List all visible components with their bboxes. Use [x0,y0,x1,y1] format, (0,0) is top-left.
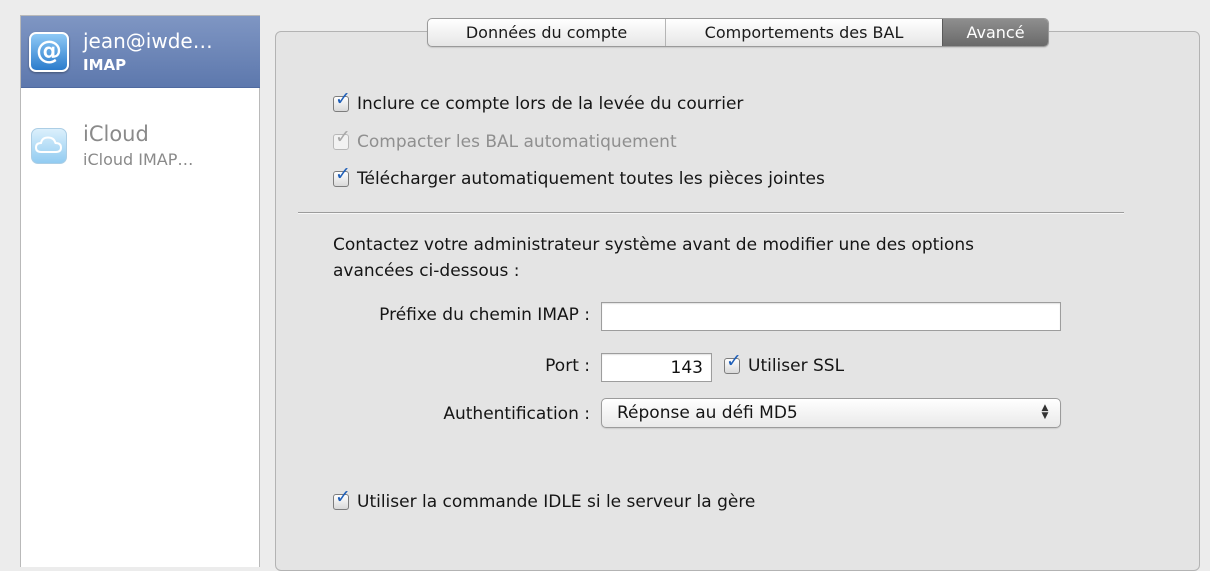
use-ssl-label: Utiliser SSL [748,356,845,376]
use-idle-label: Utiliser la commande IDLE si le serveur … [357,492,756,512]
compact-mailboxes-checkbox: ✓ [333,128,351,150]
imap-prefix-label: Préfixe du chemin IMAP : [379,305,590,325]
checkmark-icon: ✓ [335,126,351,148]
account-name: iCloud [83,122,149,146]
cloud-icon [31,128,67,164]
account-item-jean[interactable]: @ jean@iwde… IMAP [21,16,260,88]
port-input[interactable] [601,353,712,382]
account-type: iCloud IMAP… [83,150,194,169]
admin-notice: Contactez votre administrateur système a… [333,235,975,281]
use-idle-option[interactable]: ✓ Utiliser la commande IDLE si le serveu… [333,488,756,513]
download-attachments-option[interactable]: ✓ Télécharger automatiquement toutes les… [333,165,825,190]
account-name: jean@iwde… [83,29,213,53]
tab-bar: Données du compte Comportements des BAL … [427,18,1049,47]
checkmark-icon: ✓ [335,88,351,110]
include-account-checkbox[interactable]: ✓ [333,90,351,112]
include-account-option[interactable]: ✓ Inclure ce compte lors de la levée du … [333,90,744,115]
include-account-label: Inclure ce compte lors de la levée du co… [357,94,744,114]
updown-arrows-icon: ▲ ▼ [1041,403,1049,421]
authentication-value: Réponse au défi MD5 [617,403,798,423]
download-attachments-checkbox[interactable]: ✓ [333,165,351,187]
at-sign-icon: @ [29,32,69,72]
compact-mailboxes-option: ✓ Compacter les BAL automatiquement [333,128,677,153]
imap-prefix-input[interactable] [601,302,1061,331]
port-label: Port : [545,356,590,376]
checkmark-icon: ✓ [726,350,742,372]
compact-mailboxes-label: Compacter les BAL automatiquement [357,132,677,152]
checkmark-icon: ✓ [335,486,351,508]
authentication-label: Authentification : [443,404,590,424]
authentication-select[interactable]: Réponse au défi MD5 ▲ ▼ [601,398,1061,428]
account-type: IMAP [83,56,127,74]
checkmark-icon: ✓ [335,163,351,185]
tab-mailbox-behaviors[interactable]: Comportements des BAL [666,19,942,46]
use-ssl-option[interactable]: ✓ Utiliser SSL [724,352,845,377]
use-idle-checkbox[interactable]: ✓ [333,488,351,510]
account-sidebar: @ jean@iwde… IMAP iCloud iCloud IMAP… [20,15,260,567]
download-attachments-label: Télécharger automatiquement toutes les p… [357,169,825,189]
tab-advanced[interactable]: Avancé [942,19,1048,46]
section-divider [298,212,1124,214]
tab-account-info[interactable]: Données du compte [428,19,666,46]
use-ssl-checkbox[interactable]: ✓ [724,352,742,374]
account-item-icloud[interactable]: iCloud iCloud IMAP… [21,94,260,169]
